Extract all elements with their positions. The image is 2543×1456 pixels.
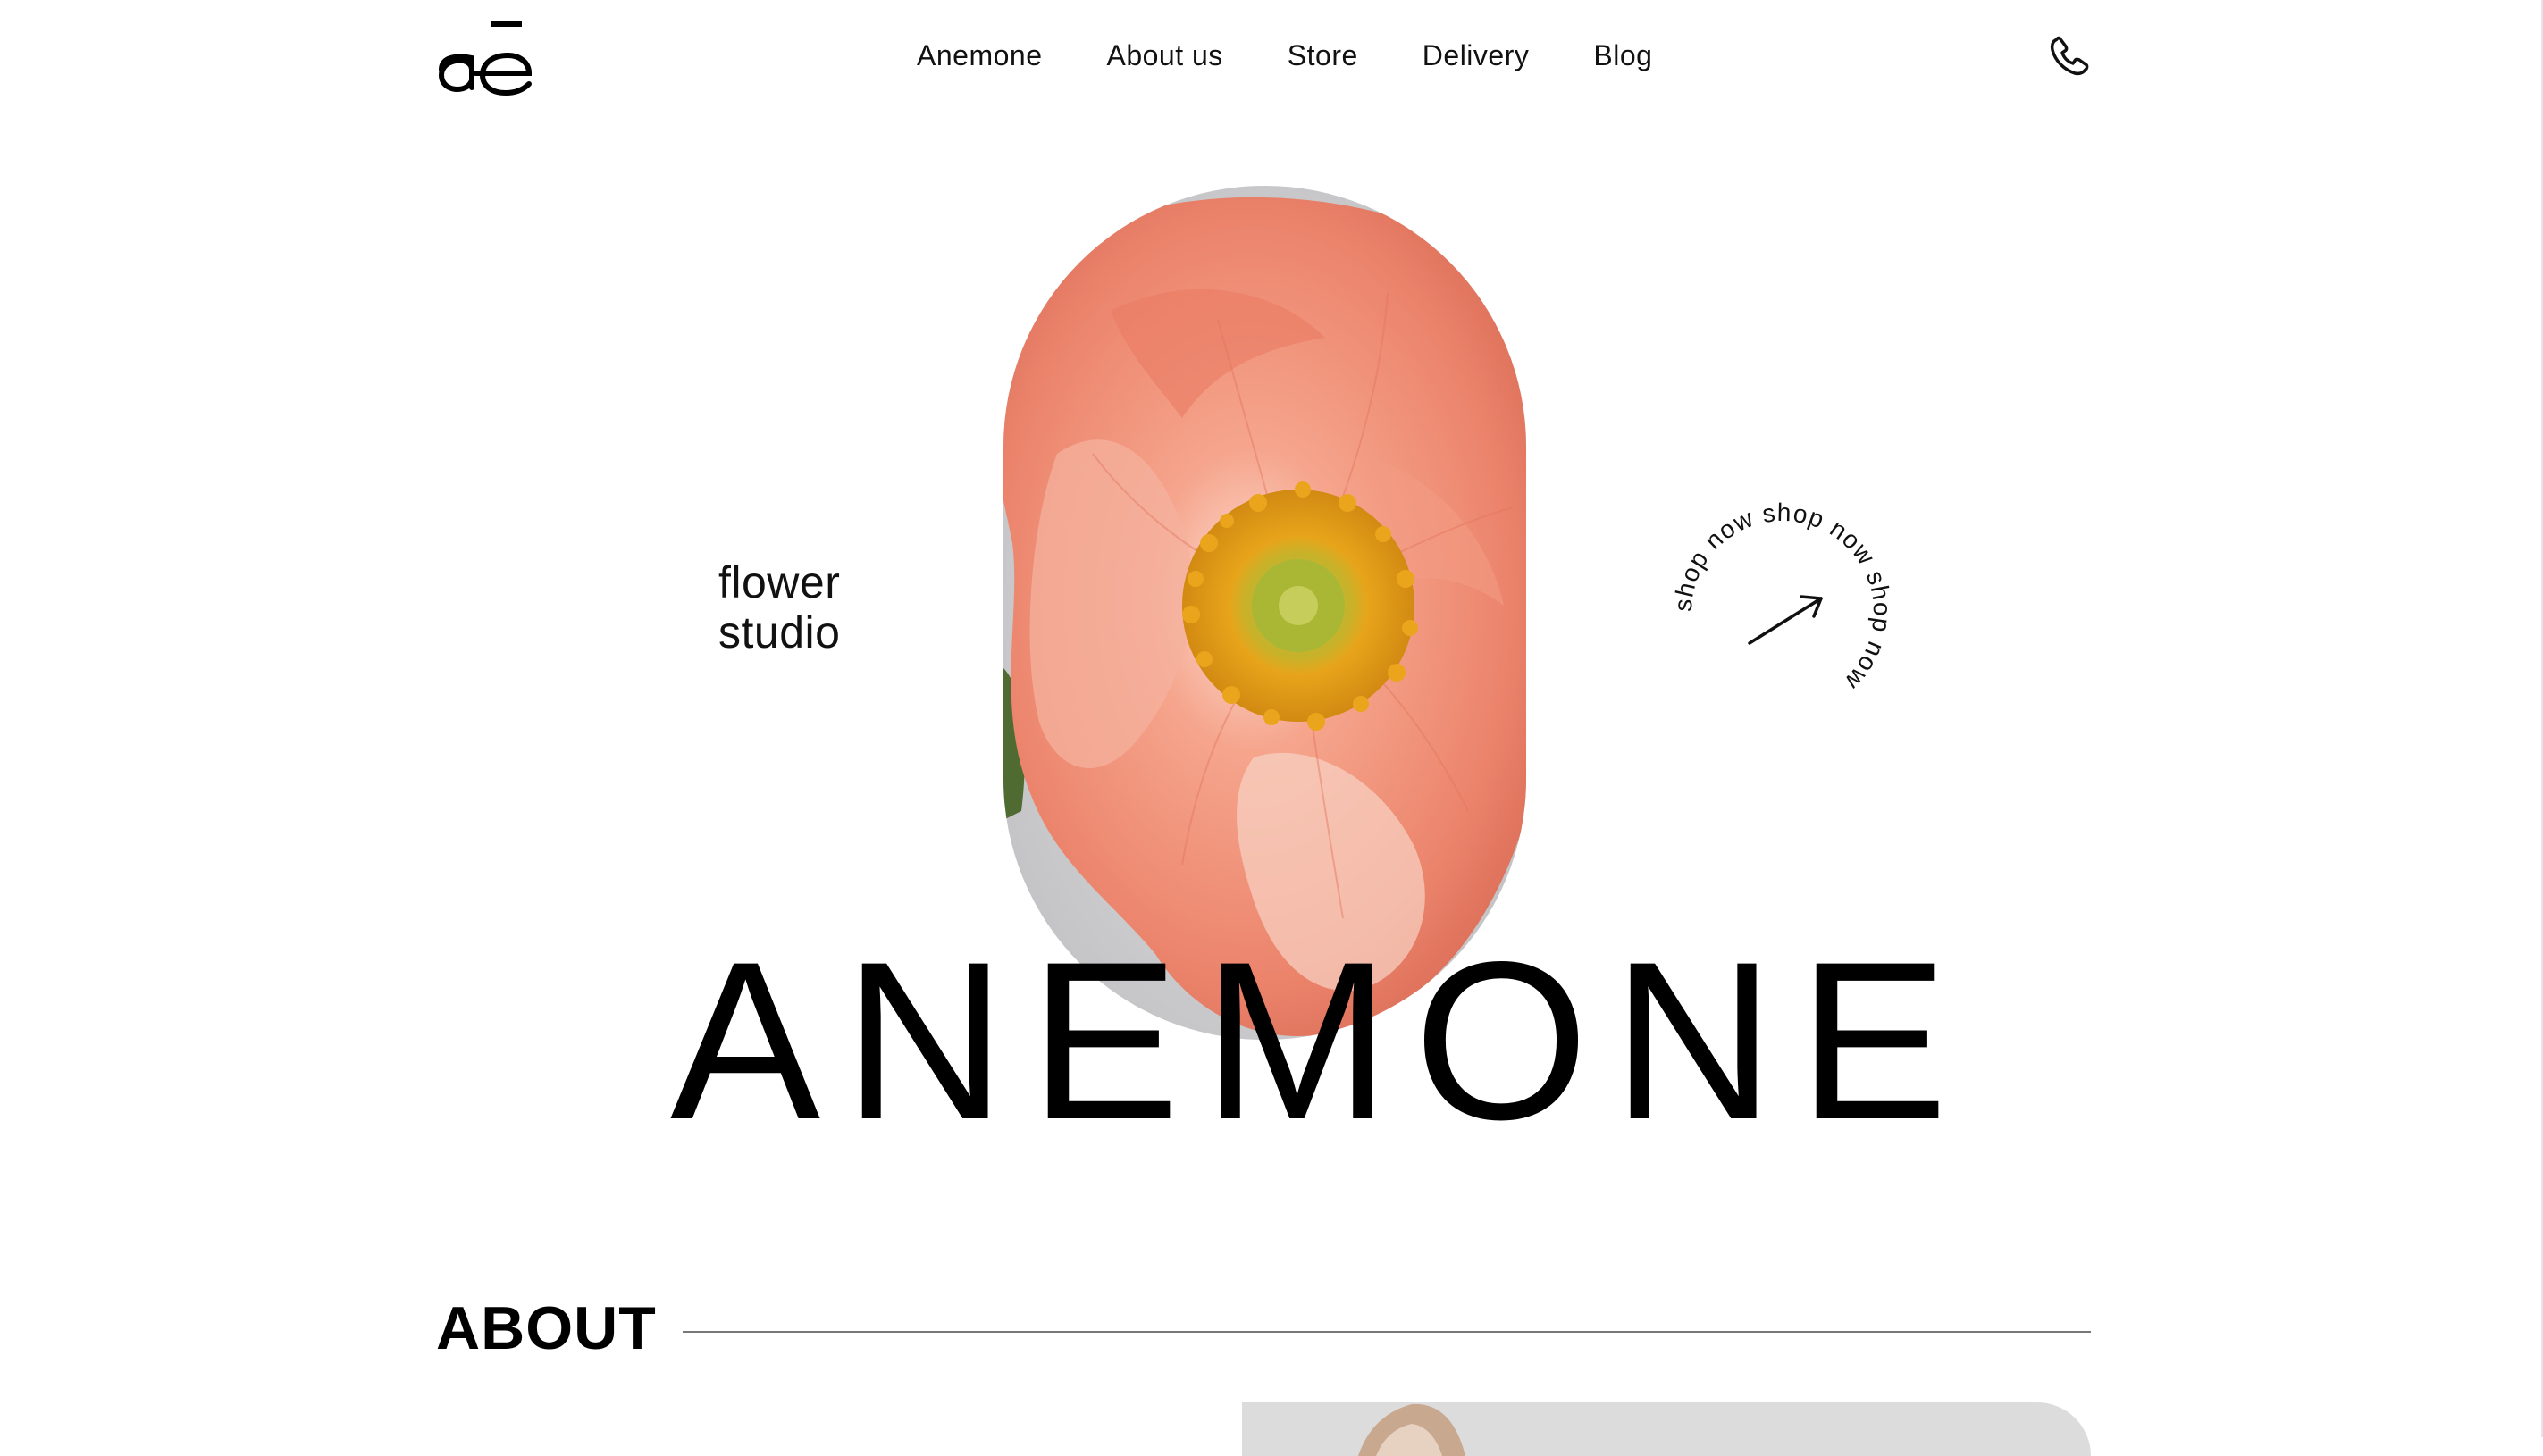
logo[interactable] bbox=[436, 18, 540, 98]
tagline-line-2: studio bbox=[718, 607, 841, 657]
nav-item-store[interactable]: Store bbox=[1288, 39, 1358, 72]
nav-item-delivery[interactable]: Delivery bbox=[1423, 39, 1530, 72]
shop-now-badge-text: shop now shop now shop now bbox=[1671, 500, 1894, 696]
nav-item-blog[interactable]: Blog bbox=[1593, 39, 1652, 72]
phone-icon bbox=[2050, 36, 2089, 76]
tagline-line-1: flower bbox=[718, 557, 841, 607]
shop-now-circle: shop now shop now shop now bbox=[1669, 498, 1895, 696]
hero-flower-image bbox=[1003, 186, 1526, 1040]
about-photo-image bbox=[1242, 1402, 2091, 1456]
nav-item-about-us[interactable]: About us bbox=[1106, 39, 1222, 72]
logo-mark-icon bbox=[438, 21, 533, 96]
about-divider bbox=[683, 1331, 2091, 1333]
main-nav: Anemone About us Store Delivery Blog bbox=[917, 38, 1652, 73]
shop-now-badge[interactable]: shop now shop now shop now bbox=[1669, 498, 1895, 724]
hero-title: ANEMONE bbox=[670, 916, 1972, 1167]
tagline: flower studio bbox=[718, 557, 840, 657]
nav-item-anemone[interactable]: Anemone bbox=[917, 39, 1042, 72]
about-heading: ABOUT bbox=[436, 1294, 657, 1362]
poppy-flower-image bbox=[1003, 186, 1526, 1040]
phone-button[interactable] bbox=[2048, 34, 2091, 77]
arrow-up-right-icon bbox=[1748, 595, 1823, 645]
about-image bbox=[1242, 1402, 2091, 1456]
